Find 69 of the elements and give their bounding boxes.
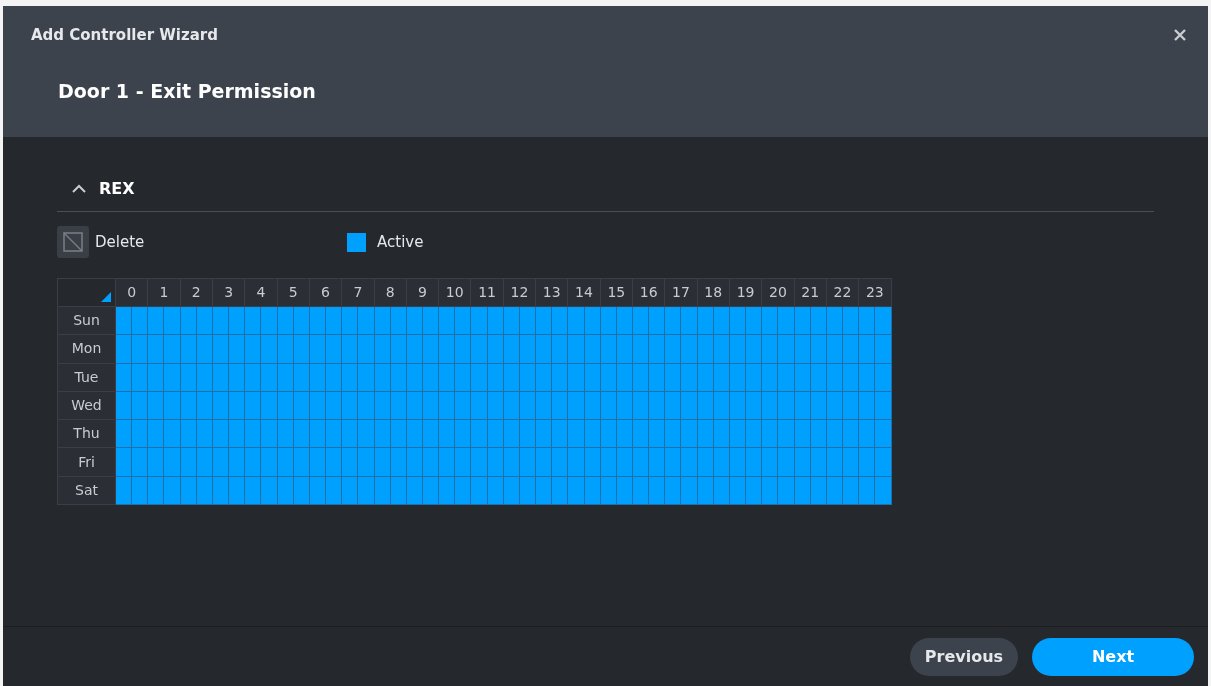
schedule-slot[interactable]	[762, 476, 779, 506]
schedule-slot[interactable]	[116, 476, 133, 506]
hour-header[interactable]: 13	[536, 279, 569, 307]
hour-header[interactable]: 17	[665, 279, 698, 307]
select-all-corner-icon[interactable]	[101, 292, 111, 302]
active-swatch[interactable]	[347, 232, 366, 252]
schedule-slot[interactable]	[778, 476, 795, 506]
schedule-slot[interactable]	[649, 476, 666, 506]
close-icon	[1173, 28, 1187, 43]
schedule-slot[interactable]	[859, 476, 876, 506]
schedule-slot[interactable]	[261, 476, 278, 506]
previous-button[interactable]: Previous	[910, 637, 1018, 676]
hour-header[interactable]: 20	[762, 279, 795, 307]
hour-header[interactable]: 5	[277, 279, 310, 307]
hour-header[interactable]: 0	[116, 279, 149, 307]
hour-header[interactable]: 14	[568, 279, 601, 307]
hour-header[interactable]: 19	[729, 279, 763, 307]
collapse-chevron-icon[interactable]	[71, 184, 87, 194]
schedule-slot[interactable]	[633, 476, 650, 506]
hour-header[interactable]: 16	[633, 279, 666, 307]
schedule-slot[interactable]	[132, 476, 149, 506]
hour-header[interactable]: 15	[600, 279, 633, 307]
day-header[interactable]: Sat	[58, 476, 116, 506]
hour-header[interactable]: 18	[697, 279, 730, 307]
schedule-slot[interactable]	[342, 476, 359, 506]
delete-swatch[interactable]	[57, 226, 89, 258]
schedule-slot[interactable]	[665, 476, 682, 506]
hour-header[interactable]: 7	[342, 279, 375, 307]
hour-header[interactable]: 8	[374, 279, 407, 307]
schedule-slot[interactable]	[439, 476, 456, 506]
schedule-slot[interactable]	[568, 476, 585, 506]
hour-header[interactable]: 21	[794, 279, 827, 307]
schedule-slot[interactable]	[358, 476, 375, 506]
legend-label: Active	[377, 231, 424, 253]
erase-icon	[63, 232, 83, 252]
hour-header[interactable]: 3	[212, 279, 246, 307]
section-title: REX	[99, 178, 135, 200]
hour-header[interactable]: 22	[826, 279, 860, 307]
window-title: Add Controller Wizard	[31, 25, 218, 46]
hour-header[interactable]: 11	[471, 279, 504, 307]
schedule-slot[interactable]	[148, 476, 165, 506]
hour-header[interactable]: 10	[439, 279, 472, 307]
schedule-slot[interactable]	[471, 476, 488, 506]
day-header[interactable]: Tue	[58, 363, 116, 392]
schedule-slot[interactable]	[681, 476, 698, 506]
schedule-slot[interactable]	[843, 476, 860, 506]
hour-header[interactable]: 6	[309, 279, 343, 307]
day-header[interactable]: Thu	[58, 420, 116, 449]
schedule-slot[interactable]	[326, 476, 343, 506]
day-header[interactable]: Mon	[58, 335, 116, 364]
hour-header[interactable]: 23	[859, 279, 892, 307]
hour-header[interactable]: 12	[503, 279, 537, 307]
legend-label: Delete	[95, 231, 145, 253]
schedule-slot[interactable]	[229, 476, 246, 506]
day-header[interactable]: Fri	[58, 448, 116, 477]
page-title: Door 1 - Exit Permission	[58, 78, 317, 104]
hour-header[interactable]: 9	[406, 279, 440, 307]
schedule-slot[interactable]	[164, 476, 181, 506]
schedule-slot[interactable]	[552, 476, 569, 506]
schedule-slot[interactable]	[455, 476, 472, 506]
schedule-slot[interactable]	[245, 476, 262, 506]
hour-header[interactable]: 2	[180, 279, 213, 307]
schedule-slot[interactable]	[875, 476, 892, 506]
hour-header[interactable]: 4	[245, 279, 278, 307]
schedule-slot[interactable]	[746, 476, 763, 506]
hour-header[interactable]: 1	[148, 279, 181, 307]
day-header[interactable]: Sun	[58, 307, 116, 336]
day-header[interactable]: Wed	[58, 391, 116, 421]
schedule-slot[interactable]	[536, 476, 553, 506]
